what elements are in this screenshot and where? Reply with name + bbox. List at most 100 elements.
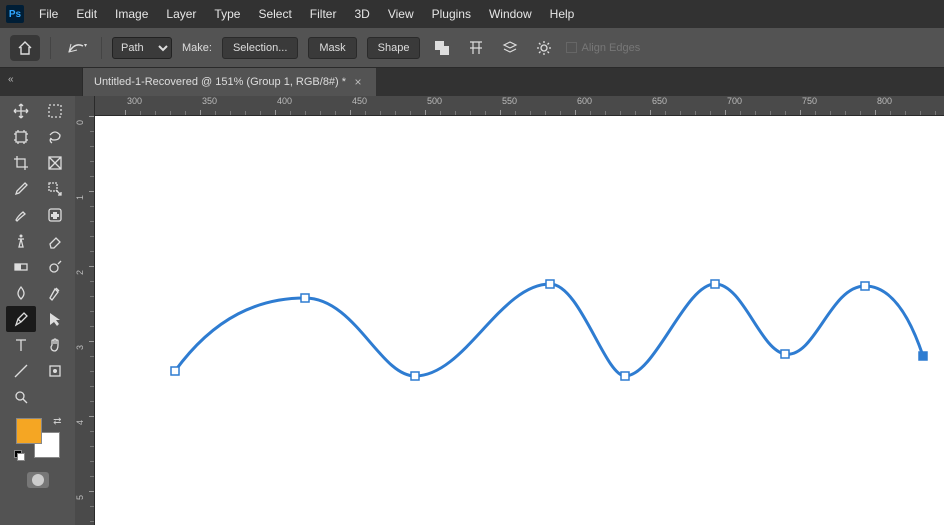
lasso-icon bbox=[47, 129, 63, 145]
brush-tool[interactable] bbox=[6, 202, 36, 228]
document-tab-bar: « Untitled-1-Recovered @ 151% (Group 1, … bbox=[0, 68, 944, 96]
path-mode-select[interactable]: Path bbox=[112, 37, 172, 59]
gradient-icon bbox=[13, 259, 29, 275]
zoom-tool[interactable] bbox=[6, 384, 36, 410]
clone-icon bbox=[13, 233, 29, 249]
hand-tool[interactable] bbox=[40, 332, 70, 358]
line-icon bbox=[13, 363, 29, 379]
anchor-point[interactable] bbox=[546, 280, 554, 288]
foreground-swatch[interactable] bbox=[16, 418, 42, 444]
path-operations-button[interactable] bbox=[430, 36, 454, 60]
align-icon bbox=[468, 40, 484, 56]
menu-select[interactable]: Select bbox=[249, 3, 300, 25]
vertical-ruler[interactable]: 012345 bbox=[75, 96, 95, 525]
close-icon[interactable]: × bbox=[352, 76, 364, 88]
marquee-tool[interactable] bbox=[40, 98, 70, 124]
object-select-tool[interactable] bbox=[40, 176, 70, 202]
foreground-select-tool[interactable] bbox=[40, 358, 70, 384]
frame-tool[interactable] bbox=[40, 150, 70, 176]
canvas[interactable] bbox=[95, 116, 944, 525]
selection-button[interactable]: Selection... bbox=[222, 37, 298, 59]
gradient-tool[interactable] bbox=[6, 254, 36, 280]
panel-collapse-icon[interactable]: « bbox=[8, 74, 22, 88]
menu-view[interactable]: View bbox=[379, 3, 423, 25]
anchor-point[interactable] bbox=[171, 367, 179, 375]
marquee-icon bbox=[47, 103, 63, 119]
artboard-tool[interactable] bbox=[6, 124, 36, 150]
anchor-point[interactable] bbox=[621, 372, 629, 380]
crop-tool[interactable] bbox=[6, 150, 36, 176]
menu-file[interactable]: File bbox=[30, 3, 67, 25]
app-logo: Ps bbox=[6, 5, 24, 23]
pen-icon bbox=[13, 311, 29, 327]
eraser-tool[interactable] bbox=[40, 228, 70, 254]
menu-image[interactable]: Image bbox=[106, 3, 157, 25]
lasso-tool[interactable] bbox=[40, 124, 70, 150]
anchor-point[interactable] bbox=[411, 372, 419, 380]
shape-button[interactable]: Shape bbox=[367, 37, 421, 59]
dodge-icon bbox=[47, 259, 63, 275]
checkbox-icon bbox=[566, 42, 577, 53]
separator bbox=[50, 37, 51, 59]
working-path[interactable] bbox=[175, 284, 923, 376]
brush-icon bbox=[13, 207, 29, 223]
anchor-point[interactable] bbox=[711, 280, 719, 288]
menu-3d[interactable]: 3D bbox=[345, 3, 378, 25]
menu-edit[interactable]: Edit bbox=[67, 3, 106, 25]
move-tool[interactable] bbox=[6, 98, 36, 124]
horizontal-ruler[interactable]: 300350400450500550600650700750800 bbox=[95, 96, 944, 116]
crop-icon bbox=[13, 155, 29, 171]
eyedropper-tool[interactable] bbox=[6, 176, 36, 202]
align-edges-option: Align Edges bbox=[566, 42, 640, 54]
swap-colors-icon[interactable]: ⇄ bbox=[53, 416, 61, 427]
default-colors-icon[interactable] bbox=[14, 450, 24, 460]
quick-mask-button[interactable] bbox=[27, 472, 49, 488]
line-tool[interactable] bbox=[6, 358, 36, 384]
menu-filter[interactable]: Filter bbox=[301, 3, 346, 25]
tool-preset-picker[interactable] bbox=[61, 37, 91, 59]
menu-plugins[interactable]: Plugins bbox=[423, 3, 480, 25]
artboard-icon bbox=[13, 129, 29, 145]
healing-tool[interactable] bbox=[40, 202, 70, 228]
path-arrangement-button[interactable] bbox=[498, 36, 522, 60]
eraser-icon bbox=[47, 233, 63, 249]
foreground-select-icon bbox=[47, 363, 63, 379]
hand-icon bbox=[47, 337, 63, 353]
canvas-area: 300350400450500550600650700750800 012345 bbox=[75, 96, 944, 525]
blur-tool[interactable] bbox=[6, 280, 36, 306]
menu-help[interactable]: Help bbox=[541, 3, 584, 25]
eyedropper-icon bbox=[13, 181, 29, 197]
anchor-point[interactable] bbox=[861, 282, 869, 290]
arrow-tool[interactable] bbox=[40, 306, 70, 332]
path-alignment-button[interactable] bbox=[464, 36, 488, 60]
anchor-point[interactable] bbox=[781, 350, 789, 358]
menu-window[interactable]: Window bbox=[480, 3, 541, 25]
separator bbox=[101, 37, 102, 59]
clone-tool[interactable] bbox=[6, 228, 36, 254]
anchor-point[interactable] bbox=[301, 294, 309, 302]
dodge-tool[interactable] bbox=[40, 254, 70, 280]
document-tab[interactable]: Untitled-1-Recovered @ 151% (Group 1, RG… bbox=[82, 68, 376, 96]
object-select-icon bbox=[47, 181, 63, 197]
menu-type[interactable]: Type bbox=[205, 3, 249, 25]
document-tab-title: Untitled-1-Recovered @ 151% (Group 1, RG… bbox=[94, 76, 346, 88]
arrow-icon bbox=[47, 311, 63, 327]
pen-tool[interactable] bbox=[6, 306, 36, 332]
tool-empty bbox=[40, 384, 70, 410]
mask-button[interactable]: Mask bbox=[308, 37, 356, 59]
history-tool[interactable] bbox=[40, 280, 70, 306]
make-label: Make: bbox=[182, 42, 212, 54]
anchor-point[interactable] bbox=[919, 352, 927, 360]
type-tool[interactable] bbox=[6, 332, 36, 358]
tools-panel: ⇄ bbox=[0, 96, 75, 525]
healing-icon bbox=[47, 207, 63, 223]
tool-preset-icon bbox=[65, 40, 87, 56]
zoom-icon bbox=[13, 389, 29, 405]
menu-bar: Ps FileEditImageLayerTypeSelectFilter3DV… bbox=[0, 0, 944, 28]
color-swatches[interactable]: ⇄ bbox=[16, 418, 60, 458]
menu-layer[interactable]: Layer bbox=[157, 3, 205, 25]
tool-settings-button[interactable] bbox=[532, 36, 556, 60]
home-button[interactable] bbox=[10, 35, 40, 61]
type-icon bbox=[13, 337, 29, 353]
blur-icon bbox=[13, 285, 29, 301]
